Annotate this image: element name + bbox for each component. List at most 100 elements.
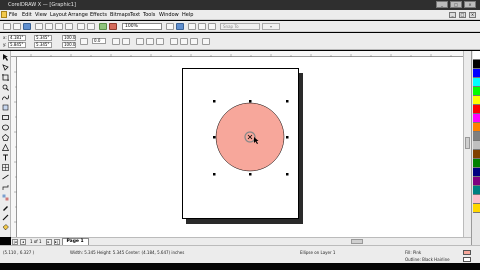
view-toggle-button[interactable] — [208, 23, 216, 30]
drawing-workspace[interactable] — [17, 57, 471, 237]
rotation-angle-field[interactable]: 0.0 — [92, 38, 106, 44]
palette-swatch-15[interactable] — [473, 186, 480, 195]
text-tool-icon[interactable] — [2, 154, 9, 161]
palette-swatch-16[interactable] — [473, 195, 480, 204]
palette-swatch-17[interactable] — [473, 204, 480, 213]
page-tab[interactable]: Page 1 — [61, 238, 89, 245]
selection-handle-bottom-right[interactable] — [286, 173, 289, 176]
basic-shapes-tool-icon[interactable] — [2, 144, 9, 151]
export-button[interactable] — [109, 23, 117, 30]
first-page-button[interactable]: |◂ — [12, 238, 18, 245]
zoom-level-select[interactable]: 100% — [122, 23, 162, 30]
freehand-tool-icon[interactable] — [2, 94, 9, 101]
selection-handle-top-middle[interactable] — [249, 100, 252, 103]
scale-x-field[interactable]: 100.0 — [62, 35, 76, 41]
arc-mode-button[interactable] — [156, 38, 164, 45]
menu-effects[interactable]: Effects — [90, 12, 107, 18]
crop-tool-icon[interactable] — [2, 74, 9, 81]
selection-handle-middle-right[interactable] — [286, 136, 289, 139]
palette-swatch-9[interactable] — [473, 132, 480, 141]
menu-bitmaps[interactable]: Bitmaps — [110, 12, 131, 18]
pie-mode-button[interactable] — [146, 38, 154, 45]
cut-button[interactable] — [45, 23, 53, 30]
close-button[interactable]: × — [464, 1, 476, 8]
palette-swatch-3[interactable] — [473, 78, 480, 87]
palette-swatch-12[interactable] — [473, 159, 480, 168]
fill-color-swatch[interactable] — [463, 250, 471, 255]
maximize-button[interactable]: □ — [450, 1, 462, 8]
menu-edit[interactable]: Edit — [22, 12, 32, 18]
palette-swatch-7[interactable] — [473, 114, 480, 123]
palette-swatch-13[interactable] — [473, 168, 480, 177]
new-document-button[interactable] — [3, 23, 11, 30]
last-page-button[interactable]: ▸| — [53, 238, 60, 245]
import-button[interactable] — [99, 23, 107, 30]
eyedropper-tool-icon[interactable] — [2, 204, 9, 211]
open-button[interactable] — [13, 23, 21, 30]
menu-tools[interactable]: Tools — [143, 12, 155, 18]
convert-to-curves-button[interactable] — [202, 38, 210, 45]
doc-restore-button[interactable]: □ — [459, 12, 466, 18]
snap-options-dropdown[interactable]: ▾ — [262, 23, 280, 30]
menu-text[interactable]: Text — [130, 12, 140, 18]
table-tool-icon[interactable] — [2, 164, 9, 171]
blend-tool-icon[interactable] — [2, 194, 9, 201]
selection-handle-top-left[interactable] — [213, 100, 216, 103]
wrap-text-button[interactable] — [170, 38, 178, 45]
lock-ratio-icon[interactable] — [80, 38, 88, 45]
welcome-screen-button[interactable] — [188, 23, 196, 30]
print-button[interactable] — [35, 23, 43, 30]
application-launcher-button[interactable] — [166, 23, 174, 30]
zoom-tool-icon[interactable] — [2, 84, 9, 91]
paste-button[interactable] — [65, 23, 73, 30]
palette-swatch-5[interactable] — [473, 96, 480, 105]
connector-tool-icon[interactable] — [2, 184, 9, 191]
palette-swatch-11[interactable] — [473, 150, 480, 159]
next-page-button[interactable]: ▸ — [45, 238, 52, 245]
palette-swatch-0[interactable] — [473, 51, 480, 60]
doc-minimize-button[interactable]: _ — [449, 12, 456, 18]
rectangle-tool-icon[interactable] — [2, 114, 9, 121]
parallel-dimension-tool-icon[interactable] — [2, 174, 9, 181]
to-front-button[interactable] — [180, 38, 188, 45]
save-button[interactable] — [23, 23, 31, 30]
menu-layout[interactable]: Layout — [50, 12, 67, 18]
corel-online-button[interactable] — [176, 23, 184, 30]
mirror-vertical-button[interactable] — [122, 38, 130, 45]
ellipse-mode-button[interactable] — [136, 38, 144, 45]
width-field[interactable]: 5.345" — [34, 35, 52, 41]
menu-window[interactable]: Window — [159, 12, 179, 18]
undo-button[interactable] — [77, 23, 85, 30]
palette-swatch-14[interactable] — [473, 177, 480, 186]
smart-fill-tool-icon[interactable] — [2, 104, 9, 111]
selection-handle-middle-left[interactable] — [213, 136, 216, 139]
ellipse-tool-icon[interactable] — [2, 124, 9, 131]
copy-button[interactable] — [55, 23, 63, 30]
doc-close-button[interactable]: × — [469, 12, 476, 18]
minimize-button[interactable]: _ — [436, 1, 448, 8]
outline-color-swatch[interactable] — [463, 257, 471, 262]
palette-swatch-8[interactable] — [473, 123, 480, 132]
palette-swatch-4[interactable] — [473, 87, 480, 96]
pick-tool-icon[interactable] — [2, 54, 9, 61]
selection-handle-bottom-middle[interactable] — [249, 173, 252, 176]
polygon-tool-icon[interactable] — [2, 134, 9, 141]
y-position-field[interactable]: 5.845" — [8, 42, 26, 48]
palette-swatch-10[interactable] — [473, 141, 480, 150]
x-position-field[interactable]: 4.181" — [8, 35, 26, 41]
outline-pen-tool-icon[interactable] — [2, 214, 9, 221]
menu-view[interactable]: View — [35, 12, 47, 18]
menu-arrange[interactable]: Arrange — [68, 12, 88, 18]
horizontal-scroll-thumb[interactable] — [351, 239, 363, 244]
shape-tool-icon[interactable] — [2, 64, 9, 71]
menu-help[interactable]: Help — [182, 12, 193, 18]
selection-handle-top-right[interactable] — [286, 100, 289, 103]
palette-swatch-6[interactable] — [473, 105, 480, 114]
redo-button[interactable] — [87, 23, 95, 30]
scale-y-field[interactable]: 100.0 — [62, 42, 76, 48]
height-field[interactable]: 5.345" — [34, 42, 52, 48]
selection-handle-bottom-left[interactable] — [213, 173, 216, 176]
fill-tool-icon[interactable] — [2, 224, 9, 231]
options-button[interactable] — [198, 23, 206, 30]
previous-page-button[interactable]: ◂ — [20, 238, 26, 245]
